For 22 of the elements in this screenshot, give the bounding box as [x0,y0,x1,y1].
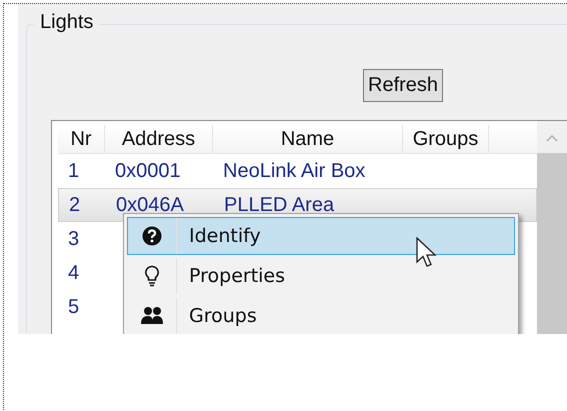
vertical-scrollbar[interactable] [537,121,567,334]
people-icon [140,306,164,326]
menu-item[interactable]: Properties [127,257,515,295]
column-header[interactable]: Address [105,125,213,153]
help-icon [142,226,162,246]
table-cell-text: 0x046A [115,194,185,216]
column-header[interactable]: Nr [58,125,105,153]
table-cell-text: 0x0001 [114,160,182,182]
lightbulb-icon [144,265,160,287]
menu-item[interactable]: Groups [127,297,515,334]
table-cell-text: 2 [68,194,82,216]
table-cell-text: NeoLink Air Box [222,160,366,182]
column-header[interactable]: Groups [403,125,489,153]
table-row[interactable]: 1 0x0001 NeoLink Air Box [58,154,537,188]
refresh-button[interactable]: Refresh [363,69,444,102]
scroll-up-icon[interactable] [545,133,559,143]
table-cell-text: PLLED Area [223,194,336,216]
mouse-pointer-icon [416,237,438,269]
table-cell-text: 1 [67,160,80,182]
group-title: Lights [34,11,100,34]
column-header[interactable]: Name [213,125,403,153]
menu-item[interactable]: Identify [127,217,515,255]
